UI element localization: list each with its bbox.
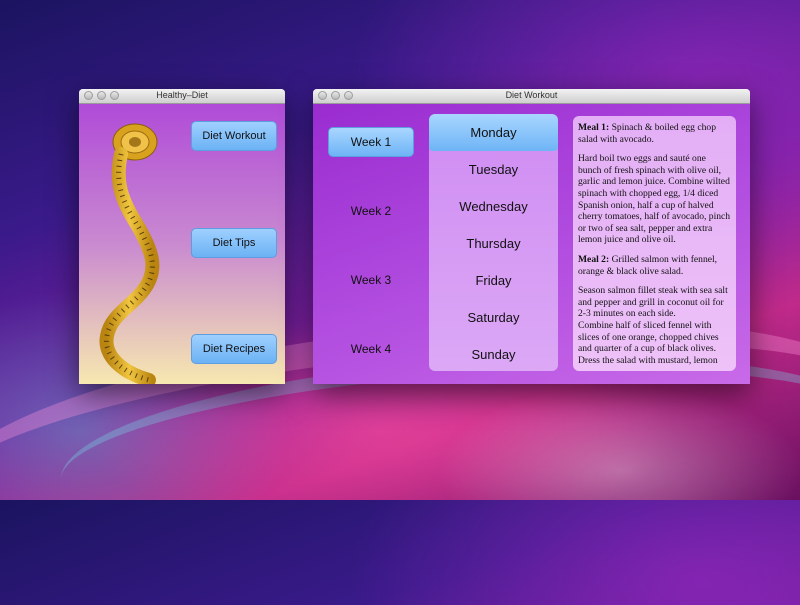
meal-plan-text[interactable]: Meal 1: Spinach & boiled egg chop salad …: [573, 116, 736, 371]
meal2-body-2: Combine half of sliced fennel with slice…: [578, 319, 719, 366]
diet-workout-button[interactable]: Diet Workout: [191, 121, 277, 151]
day-item-sunday[interactable]: Sunday: [429, 336, 558, 371]
meal1-label: Meal 1:: [578, 122, 610, 133]
week-item-1[interactable]: Week 1: [328, 127, 414, 157]
day-item-wednesday[interactable]: Wednesday: [429, 188, 558, 225]
meal2-body-1: Season salmon fillet steak with sea salt…: [578, 285, 728, 320]
day-list: Monday Tuesday Wednesday Thursday Friday…: [429, 114, 558, 371]
main-window-title: Healthy–Diet: [156, 90, 208, 100]
main-window-content: Diet Workout Diet Tips Diet Recipes: [79, 104, 285, 384]
day-item-thursday[interactable]: Thursday: [429, 225, 558, 262]
measuring-tape-icon: [99, 123, 160, 384]
workout-window-titlebar[interactable]: Diet Workout: [313, 89, 750, 104]
day-item-tuesday[interactable]: Tuesday: [429, 151, 558, 188]
week-item-4[interactable]: Week 4: [328, 334, 414, 364]
meal2-label: Meal 2:: [578, 253, 610, 265]
day-item-saturday[interactable]: Saturday: [429, 299, 558, 336]
day-item-monday[interactable]: Monday: [429, 114, 558, 151]
workout-window-content: Week 1 Week 2 Week 3 Week 4 Monday Tuesd…: [313, 104, 750, 384]
day-item-friday[interactable]: Friday: [429, 262, 558, 299]
main-window-titlebar[interactable]: Healthy–Diet: [79, 89, 285, 104]
diet-tips-button[interactable]: Diet Tips: [191, 228, 277, 258]
week-item-3[interactable]: Week 3: [328, 265, 414, 295]
main-window: Healthy–Diet Diet Workout Diet Tips Diet…: [79, 89, 285, 384]
workout-window: Diet Workout Week 1 Week 2 Week 3 Week 4…: [313, 89, 750, 384]
diet-recipes-button[interactable]: Diet Recipes: [191, 334, 277, 364]
meal1-body: Hard boil two eggs and sauté one bunch o…: [578, 153, 731, 246]
meal2-heading: Meal 2: Grilled salmon with fennel, oran…: [578, 254, 731, 277]
week-item-2[interactable]: Week 2: [328, 196, 414, 226]
workout-window-title: Diet Workout: [505, 90, 558, 100]
meal1-heading: Meal 1: Spinach & boiled egg chop salad …: [578, 122, 731, 145]
